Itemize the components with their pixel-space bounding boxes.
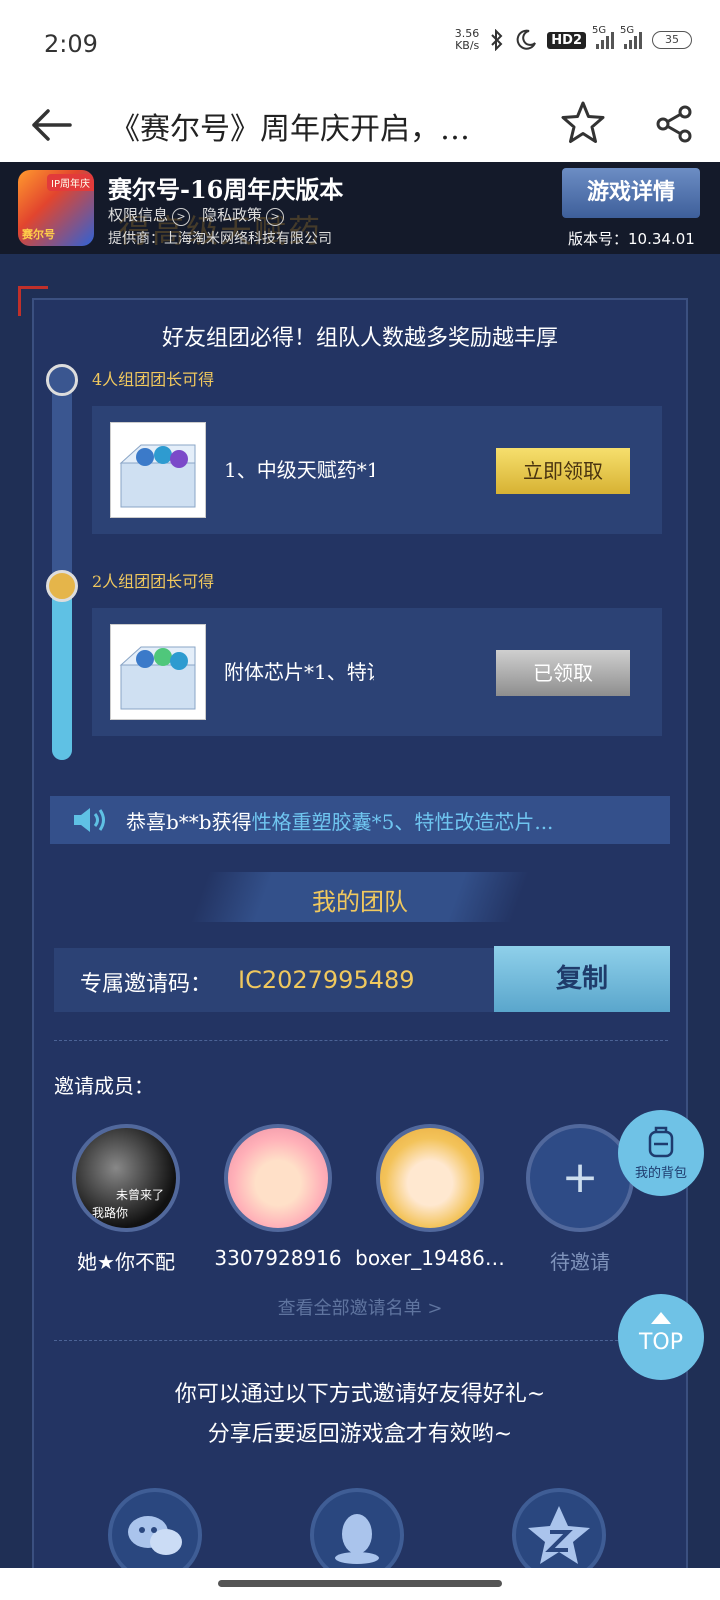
permissions-link[interactable]: 权限信息 > — [108, 204, 191, 226]
game-name: 赛尔号-16周年庆版本 — [108, 175, 344, 204]
bluetooth-icon — [491, 29, 503, 51]
tier-node-active — [46, 570, 78, 602]
invite-code-value: IC2027995489 — [238, 966, 415, 994]
signal-icon: 5G — [592, 25, 614, 49]
reward-card: 1、中级天赋药*1、高级 立即领取 — [92, 406, 662, 534]
backpack-icon — [648, 1126, 674, 1158]
game-links: 权限信息 > 隐私政策 > — [108, 204, 285, 226]
favorite-star-icon[interactable] — [560, 100, 606, 146]
back-to-top-button[interactable]: TOP — [618, 1294, 704, 1380]
game-version: 版本号：10.34.01 — [568, 230, 695, 248]
progress-fill — [52, 586, 72, 760]
member-name: 待邀请 — [550, 1250, 610, 1274]
privacy-link[interactable]: 隐私政策 > — [202, 204, 285, 226]
home-indicator[interactable] — [218, 1580, 502, 1587]
claim-button[interactable]: 立即领取 — [496, 448, 630, 494]
copy-button[interactable]: 复制 — [494, 946, 670, 1012]
status-bar: 2:09 3.56 KB/s HD2 5G 5G 35 — [0, 0, 720, 88]
team-title: 我的团队 — [312, 888, 408, 916]
wechat-icon — [128, 1516, 182, 1555]
game-detail-button[interactable]: 游戏详情 — [562, 168, 700, 218]
signal-icon: 5G — [620, 25, 642, 49]
status-time: 2:09 — [44, 30, 98, 58]
divider — [54, 1340, 668, 1341]
member-item[interactable]: boxer_19486… — [350, 1124, 510, 1270]
claimed-button[interactable]: 已领取 — [496, 650, 630, 696]
reward-text: 1、中级天赋药*1、高级 — [224, 458, 374, 482]
tier-label: 2人组团团长可得 — [92, 572, 215, 591]
qq-icon — [335, 1514, 379, 1564]
back-arrow-icon[interactable] — [30, 108, 72, 142]
avatar — [376, 1124, 484, 1232]
gift-box-image — [110, 422, 206, 518]
tier-node — [46, 364, 78, 396]
arrow-up-icon — [651, 1312, 671, 1324]
network-speed: 3.56 KB/s — [454, 27, 480, 52]
members-label: 邀请成员： — [54, 1074, 154, 1098]
tier-label: 4人组团团长可得 — [92, 370, 215, 389]
game-provider: 提供商：上海淘米网络科技有限公司 — [108, 231, 332, 247]
ticker-text: 恭喜b**b获得性格重塑胶囊*5、特性改造芯片... — [126, 810, 554, 834]
game-info-bar: 得高级天赋药 IP周年庆 赛尔号 赛尔号-16周年庆版本 权限信息 > 隐私政策 >… — [0, 162, 720, 254]
gift-box-image — [110, 624, 206, 720]
back-to-top-label: TOP — [638, 1330, 684, 1355]
avatar — [224, 1124, 332, 1232]
speaker-icon — [74, 808, 105, 832]
reward-text: 附体芯片*1、特训加速 — [224, 660, 374, 684]
qzone-icon — [528, 1506, 590, 1564]
status-icons: 3.56 KB/s HD2 5G 5G 35 — [454, 25, 692, 52]
battery-icon: 35 — [652, 31, 692, 49]
game-logo[interactable]: IP周年庆 赛尔号 — [18, 170, 94, 246]
member-name: 她★你不配 — [77, 1250, 175, 1274]
my-bag-label: 我的背包 — [634, 1166, 687, 1181]
hd-badge: HD2 — [547, 31, 586, 49]
share-tip: 你可以通过以下方式邀请好友得好礼~ — [174, 1382, 546, 1407]
member-name: boxer_19486… — [355, 1246, 505, 1270]
member-item[interactable]: 3307928916 — [198, 1124, 358, 1270]
divider — [54, 1040, 668, 1041]
nav-bar: 《赛尔号》周年庆开启，… — [0, 88, 720, 162]
winner-ticker: 恭喜b**b获得性格重塑胶囊*5、特性改造芯片... — [50, 796, 670, 844]
share-tip: 分享后要返回游戏盒才有效哟~ — [207, 1422, 513, 1447]
invite-code-bar: 专属邀请码： IC2027995489 复制 — [54, 946, 670, 1012]
logo-text: 赛尔号 — [22, 228, 55, 241]
reward-card: 附体芯片*1、特训加速 已领取 — [92, 608, 662, 736]
home-indicator-bar — [0, 1568, 720, 1600]
view-all-invites-link[interactable]: 查看全部邀请名单 > — [0, 1294, 720, 1320]
page-title: 《赛尔号》周年庆开启，… — [110, 112, 470, 147]
avatar: 未曾来了 我路你 — [72, 1124, 180, 1232]
logo-tag: IP周年庆 — [47, 174, 94, 191]
moon-icon — [516, 29, 537, 50]
member-name: 3307928916 — [214, 1246, 342, 1270]
chevron-right-icon: > — [172, 208, 191, 226]
my-bag-button[interactable]: 我的背包 — [618, 1110, 704, 1196]
chevron-right-icon: > — [266, 208, 285, 226]
share-icon[interactable] — [654, 104, 694, 144]
member-item[interactable]: 未曾来了 我路你 她★你不配 — [46, 1124, 206, 1275]
invite-code-label: 专属邀请码： — [80, 972, 213, 997]
rewards-heading: 好友组团必得！组队人数越多奖励越丰厚 — [161, 326, 558, 351]
